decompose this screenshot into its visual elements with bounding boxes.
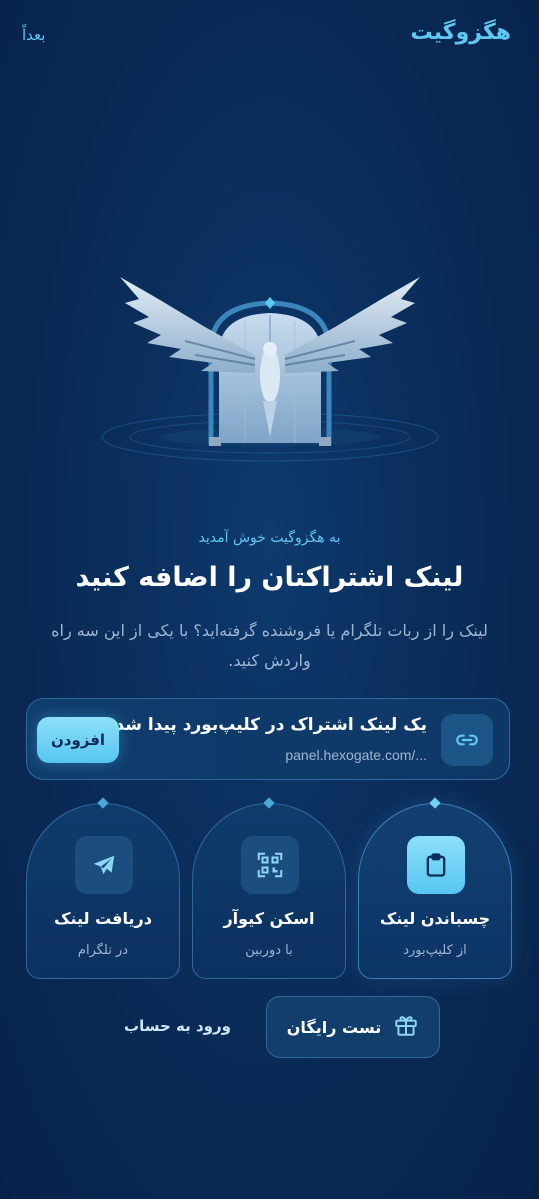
- free-trial-label: تست رایگان: [286, 1017, 382, 1037]
- option-subtitle: با دوربین: [245, 943, 293, 958]
- option-subtitle: از کلیپ‌بورد: [403, 943, 467, 958]
- option-indicator: [263, 797, 275, 809]
- hero-gate-illustration: [101, 277, 439, 462]
- clipboard-card-title: یک لینک اشتراک در کلیپ‌بورد پیدا شد: [115, 715, 427, 735]
- import-options: چسباندن لینک از کلیپ‌بورد اسکن کیوآر با …: [26, 797, 512, 981]
- clipboard-link-url: panel.hexogate.com/...: [285, 747, 427, 763]
- page-title: لینک اشتراکتان را اضافه کنید: [75, 562, 464, 593]
- brand-title: هگزوگیت: [410, 20, 511, 45]
- page-description: لینک را از ربات تلگرام یا فروشنده گرفته‌…: [51, 621, 488, 670]
- paste-link-option[interactable]: چسباندن لینک از کلیپ‌بورد: [358, 797, 512, 979]
- clipboard-icon: [407, 836, 465, 894]
- link-icon: [441, 714, 493, 766]
- gift-icon: [393, 1012, 419, 1042]
- scan-qr-option[interactable]: اسکن کیوآر با دوربین: [192, 797, 346, 979]
- free-trial-button[interactable]: تست رایگان: [266, 996, 440, 1058]
- telegram-icon: [75, 836, 133, 894]
- later-button[interactable]: بعداً: [22, 26, 45, 44]
- login-link[interactable]: ورود به حساب: [124, 1017, 231, 1035]
- option-indicator: [429, 797, 441, 809]
- option-title: دریافت لینک: [54, 909, 152, 928]
- option-title: چسباندن لینک: [379, 909, 491, 928]
- add-link-button[interactable]: افزودن: [37, 717, 119, 763]
- welcome-subtitle: به هگزوگیت خوش آمدید: [198, 530, 341, 546]
- top-bar: هگزوگیت بعداً: [0, 0, 539, 70]
- telegram-option[interactable]: دریافت لینک در تلگرام: [26, 797, 180, 979]
- option-title: اسکن کیوآر: [223, 909, 315, 928]
- option-indicator: [97, 797, 109, 809]
- option-subtitle: در تلگرام: [77, 943, 129, 958]
- clipboard-detected-card: یک لینک اشتراک در کلیپ‌بورد پیدا شد pane…: [26, 698, 510, 780]
- qr-code-icon: [241, 836, 299, 894]
